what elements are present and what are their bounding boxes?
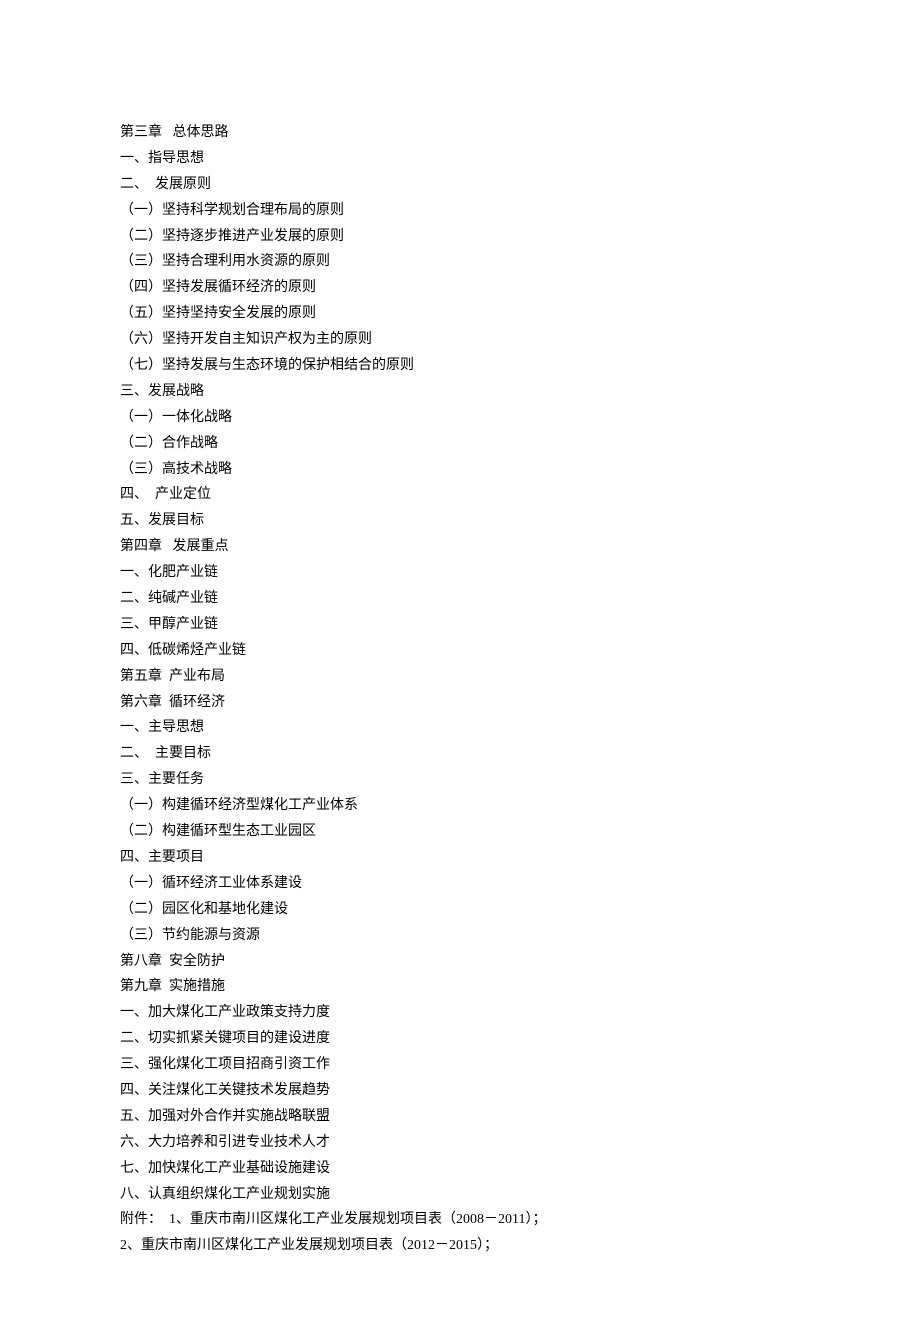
- toc-line: 三、主要任务: [120, 767, 920, 793]
- toc-line: （一）坚持科学规划合理布局的原则: [120, 198, 920, 224]
- toc-line: （二）构建循环型生态工业园区: [120, 819, 920, 845]
- toc-line: （三）高技术战略: [120, 457, 920, 483]
- toc-line: 二、纯碱产业链: [120, 586, 920, 612]
- toc-line: 三、强化煤化工项目招商引资工作: [120, 1052, 920, 1078]
- toc-line: （五）坚持坚持安全发展的原则: [120, 301, 920, 327]
- toc-line: （六）坚持开发自主知识产权为主的原则: [120, 327, 920, 353]
- toc-line: （二）合作战略: [120, 431, 920, 457]
- toc-line: 二、切实抓紧关键项目的建设进度: [120, 1026, 920, 1052]
- toc-line: 第五章 产业布局: [120, 664, 920, 690]
- toc-line: （二）坚持逐步推进产业发展的原则: [120, 224, 920, 250]
- toc-line: 三、甲醇产业链: [120, 612, 920, 638]
- toc-line: 第八章 安全防护: [120, 949, 920, 975]
- toc-line: （一）构建循环经济型煤化工产业体系: [120, 793, 920, 819]
- toc-line: （一）循环经济工业体系建设: [120, 871, 920, 897]
- toc-line: 六、大力培养和引进专业技术人才: [120, 1130, 920, 1156]
- toc-line: 一、化肥产业链: [120, 560, 920, 586]
- toc-line: 八、认真组织煤化工产业规划实施: [120, 1182, 920, 1208]
- toc-line: 四、低碳烯烃产业链: [120, 638, 920, 664]
- toc-line: （四）坚持发展循环经济的原则: [120, 275, 920, 301]
- toc-line: （三）节约能源与资源: [120, 923, 920, 949]
- toc-line: （七）坚持发展与生态环境的保护相结合的原则: [120, 353, 920, 379]
- toc-line: 第六章 循环经济: [120, 690, 920, 716]
- toc-line: （一）一体化战略: [120, 405, 920, 431]
- toc-line: 四、主要项目: [120, 845, 920, 871]
- toc-line: 第九章 实施措施: [120, 974, 920, 1000]
- toc-line: 第四章 发展重点: [120, 534, 920, 560]
- toc-line: 五、加强对外合作并实施战略联盟: [120, 1104, 920, 1130]
- toc-line: 二、 发展原则: [120, 172, 920, 198]
- toc-line: （三）坚持合理利用水资源的原则: [120, 249, 920, 275]
- toc-line: （二）园区化和基地化建设: [120, 897, 920, 923]
- toc-line: 五、发展目标: [120, 508, 920, 534]
- document-body: 第三章 总体思路 一、指导思想 二、 发展原则 （一）坚持科学规划合理布局的原则…: [120, 120, 920, 1259]
- toc-line: 二、 主要目标: [120, 741, 920, 767]
- toc-line: 一、加大煤化工产业政策支持力度: [120, 1000, 920, 1026]
- toc-line: 一、主导思想: [120, 715, 920, 741]
- toc-line: 三、发展战略: [120, 379, 920, 405]
- toc-line: 四、 产业定位: [120, 482, 920, 508]
- toc-line: 附件： 1、重庆市南川区煤化工产业发展规划项目表（2008－2011）；: [120, 1207, 920, 1233]
- toc-line: 四、关注煤化工关键技术发展趋势: [120, 1078, 920, 1104]
- toc-line: 2、重庆市南川区煤化工产业发展规划项目表（2012－2015）；: [120, 1233, 920, 1259]
- toc-line: 一、指导思想: [120, 146, 920, 172]
- toc-line: 第三章 总体思路: [120, 120, 920, 146]
- toc-line: 七、加快煤化工产业基础设施建设: [120, 1156, 920, 1182]
